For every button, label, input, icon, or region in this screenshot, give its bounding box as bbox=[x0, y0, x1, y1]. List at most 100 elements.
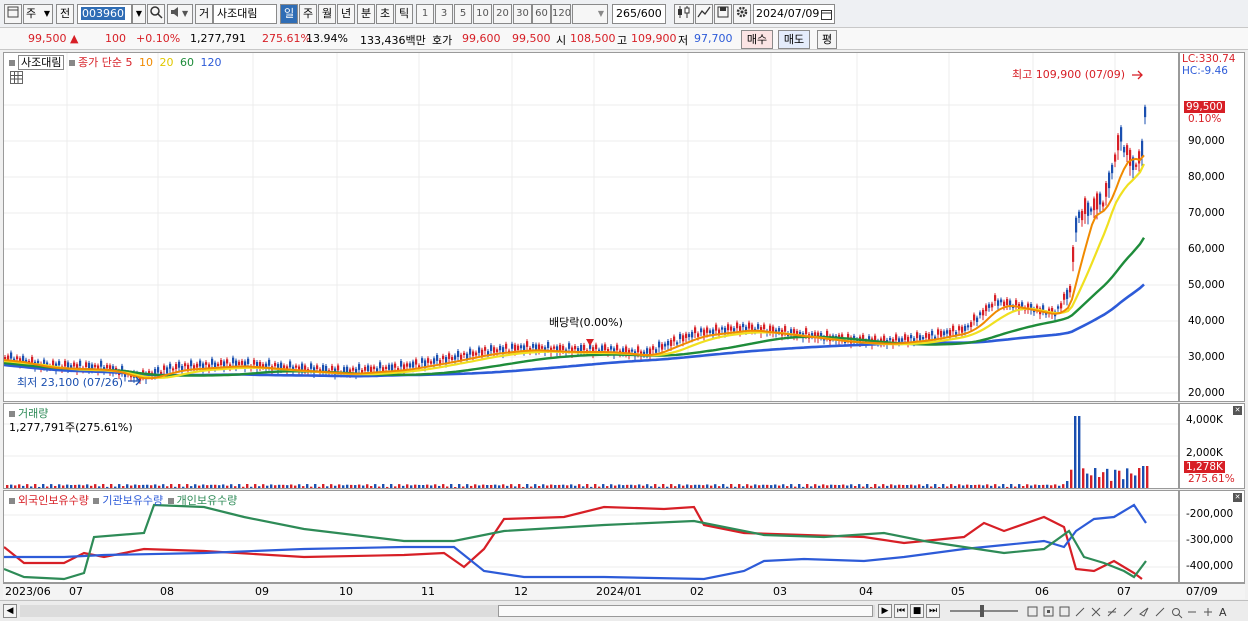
volume-bar bbox=[914, 485, 917, 488]
holding-chart-panel[interactable]: 외국인보유수량 기관보유수량 개인보유수량 bbox=[3, 490, 1179, 583]
buy-button[interactable]: 매수 bbox=[741, 30, 773, 49]
volume-bar bbox=[678, 484, 681, 488]
interval-3[interactable]: 3 bbox=[435, 4, 453, 24]
interval-5[interactable]: 5 bbox=[454, 4, 472, 24]
volume-bar bbox=[218, 485, 221, 488]
candle-body bbox=[445, 357, 448, 363]
volume-bar bbox=[646, 484, 649, 488]
volume-bar bbox=[506, 485, 509, 488]
date-field[interactable]: 2024/07/09 bbox=[753, 4, 835, 24]
candle-body bbox=[193, 365, 196, 369]
candle-body bbox=[241, 360, 244, 365]
interval-1[interactable]: 1 bbox=[416, 4, 434, 24]
volume-bar bbox=[214, 484, 217, 488]
candle-body bbox=[1096, 193, 1099, 210]
crosshair-icon[interactable] bbox=[695, 4, 713, 24]
chevron-down-icon[interactable]: ▼ bbox=[132, 4, 146, 24]
candle-body bbox=[415, 359, 418, 365]
candle-body bbox=[580, 345, 583, 351]
interval-30[interactable]: 30 bbox=[513, 4, 532, 24]
scroll-thumb[interactable] bbox=[498, 605, 873, 617]
prev-button[interactable]: 전 bbox=[56, 4, 74, 24]
volume-bar bbox=[874, 484, 877, 488]
grid-table-icon[interactable] bbox=[10, 71, 23, 84]
stop-icon[interactable]: ■ bbox=[910, 604, 924, 618]
period-month[interactable]: 월 bbox=[318, 4, 336, 24]
candle-body bbox=[484, 347, 487, 351]
interval-20[interactable]: 20 bbox=[493, 4, 512, 24]
candle-body bbox=[898, 338, 901, 343]
speaker-icon[interactable]: ▼ bbox=[167, 4, 193, 24]
volume-bar bbox=[382, 484, 385, 488]
volume-bar bbox=[938, 486, 941, 488]
period-second[interactable]: 초 bbox=[376, 4, 394, 24]
save-icon[interactable] bbox=[714, 4, 732, 24]
zoom-slider[interactable] bbox=[950, 605, 1018, 617]
volume-bar bbox=[946, 486, 949, 488]
x-tick-label: 07 bbox=[1117, 585, 1131, 598]
volume-bar bbox=[134, 484, 137, 488]
bottom-scrollbar[interactable]: ◀ ▶ ⏮ ■ ⏭ A bbox=[0, 600, 1248, 621]
zoom-slider-handle[interactable] bbox=[980, 605, 984, 617]
scroll-track[interactable] bbox=[20, 605, 875, 617]
sell-button[interactable]: 매도 bbox=[778, 30, 810, 49]
period-day[interactable]: 일 bbox=[280, 4, 298, 24]
candle-body bbox=[442, 355, 445, 360]
volume-bar bbox=[838, 485, 841, 488]
candle-body bbox=[385, 366, 388, 370]
period-minute[interactable]: 분 bbox=[357, 4, 375, 24]
price-panel-title: 사조대림 bbox=[18, 55, 65, 70]
volume-bar bbox=[1106, 468, 1109, 488]
order-button[interactable]: 거 bbox=[195, 4, 213, 24]
candle-body bbox=[1069, 285, 1072, 293]
dividend-arrow-icon bbox=[586, 339, 594, 346]
stock-name-field[interactable]: 사조대림 bbox=[213, 4, 277, 24]
volume-bar bbox=[802, 486, 805, 488]
first-page-icon[interactable]: ⏮ bbox=[894, 604, 908, 618]
interval-120[interactable]: 120 bbox=[551, 4, 571, 24]
scroll-left-icon[interactable]: ◀ bbox=[3, 604, 17, 618]
candle-body bbox=[1093, 198, 1096, 211]
candle-icon[interactable] bbox=[674, 4, 694, 24]
volume-bar bbox=[414, 484, 417, 488]
period-week[interactable]: 주 bbox=[299, 4, 317, 24]
candle-body bbox=[562, 345, 565, 350]
candle-body bbox=[1123, 146, 1126, 153]
last-page-icon[interactable]: ⏭ bbox=[926, 604, 940, 618]
search-icon[interactable] bbox=[147, 4, 165, 24]
volume-bar bbox=[130, 485, 133, 488]
close-icon[interactable]: ✕ bbox=[1233, 406, 1242, 415]
stock-code-input[interactable]: 003960 bbox=[77, 4, 132, 24]
candle-body bbox=[178, 361, 181, 368]
candle-body bbox=[199, 360, 202, 367]
market-select[interactable]: 주 ▼ bbox=[23, 4, 53, 24]
candle-body bbox=[31, 356, 34, 363]
volume-bar bbox=[918, 484, 921, 488]
period-tick[interactable]: 틱 bbox=[395, 4, 413, 24]
interval-60[interactable]: 60 bbox=[532, 4, 551, 24]
price-chart-panel[interactable]: 사조대림 종가 단순 5 10 20 60 120 최고 109,900 (07… bbox=[3, 52, 1179, 402]
x-tick-label: 05 bbox=[951, 585, 965, 598]
calendar-icon[interactable] bbox=[821, 8, 832, 23]
count-field[interactable]: 265/600 bbox=[612, 4, 666, 24]
volume-bar bbox=[398, 484, 401, 488]
volume-chart-panel[interactable]: 거래량 1,277,791주(275.61%) bbox=[3, 403, 1179, 489]
period-year[interactable]: 년 bbox=[337, 4, 355, 24]
hold-tick-400k: -400,000 bbox=[1186, 560, 1234, 572]
volume-bar bbox=[314, 484, 317, 488]
volume-bar bbox=[798, 484, 801, 488]
interval-select[interactable]: ▼ bbox=[572, 4, 608, 24]
candle-body bbox=[778, 328, 781, 332]
volume-bar bbox=[1006, 486, 1009, 488]
candle-body bbox=[295, 365, 298, 368]
volume-bar bbox=[566, 485, 569, 488]
close-icon[interactable]: ✕ bbox=[1233, 493, 1242, 502]
window-icon[interactable] bbox=[4, 4, 22, 24]
interval-10[interactable]: 10 bbox=[473, 4, 492, 24]
candle-body bbox=[448, 353, 451, 359]
eval-button[interactable]: 평 bbox=[817, 30, 837, 49]
scroll-right-icon[interactable]: ▶ bbox=[878, 604, 892, 618]
volume-bar bbox=[1054, 484, 1057, 488]
gear-icon[interactable] bbox=[733, 4, 751, 24]
volume-bar bbox=[1130, 473, 1133, 488]
